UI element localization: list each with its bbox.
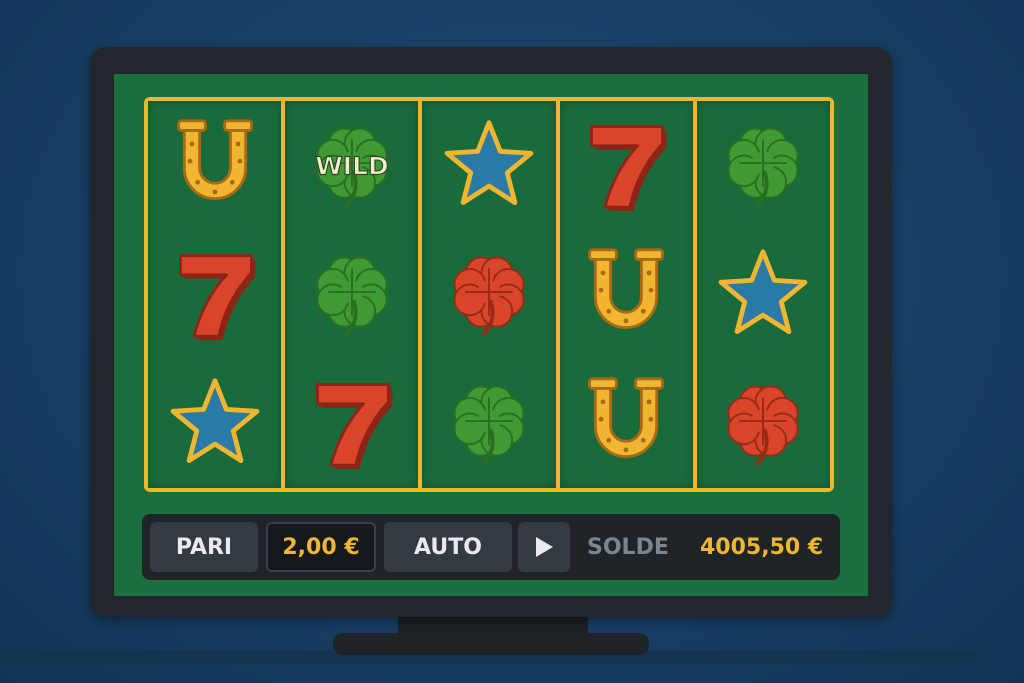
- reel-symbol: [148, 230, 281, 359]
- monitor-stand-base: [333, 633, 649, 655]
- reel-symbol: [560, 359, 693, 488]
- spin-button[interactable]: [518, 522, 570, 572]
- reel-symbol: [285, 230, 418, 359]
- bet-value-display: 2,00 €: [266, 522, 376, 572]
- reel-symbol: WILD: [285, 101, 418, 230]
- star-icon: [444, 120, 534, 206]
- balance-label: SOLDE: [587, 534, 669, 560]
- horseshoe-icon: [176, 119, 253, 201]
- reel-symbol: [560, 101, 693, 230]
- wild-icon: WILD: [315, 128, 389, 208]
- reel-2: WILD: [281, 101, 419, 488]
- balance-value: 4005,50 €: [700, 534, 824, 560]
- reel-symbol: [422, 101, 555, 230]
- auto-button[interactable]: AUTO: [384, 522, 512, 572]
- seven-icon: [315, 383, 393, 470]
- reel-3: [418, 101, 556, 488]
- reel-symbol: [697, 359, 830, 488]
- monitor: WILD PARI 2,00 € AUTO SOLDE 4005,50 €: [90, 47, 892, 617]
- reel-5: [692, 101, 831, 488]
- reel-symbol: [422, 230, 555, 359]
- reel-4: [555, 101, 693, 488]
- reel-symbol: [697, 101, 830, 230]
- red-clover-icon: [453, 257, 525, 337]
- reel-symbol: [285, 359, 418, 488]
- control-bar: PARI 2,00 € AUTO SOLDE 4005,50 €: [142, 514, 840, 580]
- bet-button[interactable]: PARI: [150, 522, 258, 572]
- clover-icon: [453, 386, 525, 466]
- clover-icon: [316, 257, 388, 337]
- clover-icon: [727, 128, 799, 208]
- reel-symbol: [148, 101, 281, 230]
- reel-symbol: [697, 230, 830, 359]
- game-screen: WILD PARI 2,00 € AUTO SOLDE 4005,50 €: [114, 74, 868, 596]
- horseshoe-icon: [588, 248, 665, 330]
- red-clover-icon: [727, 386, 799, 466]
- horseshoe-icon: [588, 377, 665, 459]
- seven-icon: [178, 254, 255, 341]
- reel-symbol: [148, 359, 281, 488]
- reel-1: [148, 101, 282, 488]
- reels-frame: WILD: [144, 97, 834, 492]
- reel-symbol: [422, 359, 555, 488]
- star-icon: [170, 378, 259, 464]
- play-icon: [535, 537, 553, 557]
- reel-symbol: [560, 230, 693, 359]
- wild-label: WILD: [315, 152, 388, 181]
- star-icon: [719, 249, 808, 335]
- seven-icon: [590, 125, 667, 212]
